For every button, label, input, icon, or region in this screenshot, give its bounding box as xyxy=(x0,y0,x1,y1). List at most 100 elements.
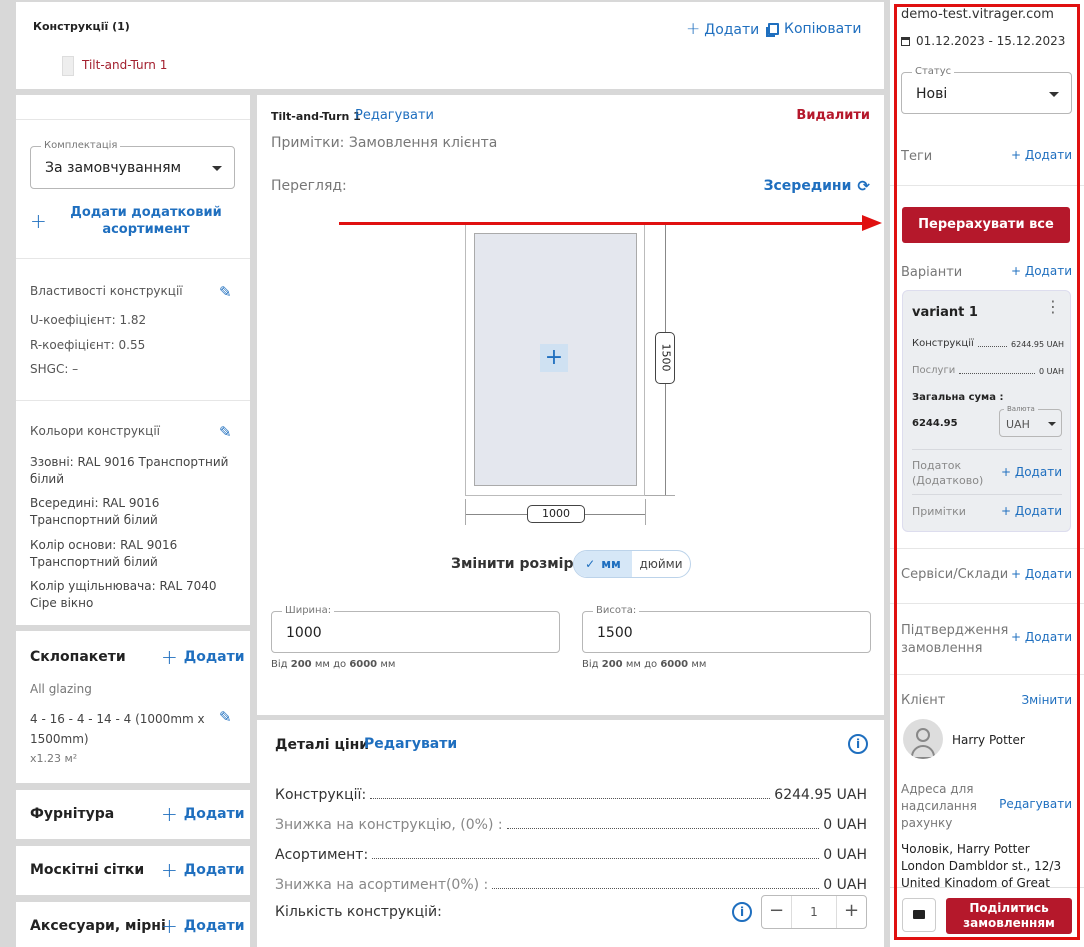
annotation-highlight-box xyxy=(894,4,1080,940)
construction-item-link[interactable]: Tilt-and-Turn 1 xyxy=(82,58,167,72)
plus-icon: + xyxy=(161,802,178,826)
chevron-down-icon xyxy=(212,166,222,171)
add-glazing-button[interactable]: + Додати xyxy=(161,647,245,667)
construction-notes: Примітки: Замовлення клієнта xyxy=(271,135,498,151)
plus-icon[interactable]: + xyxy=(836,896,866,928)
view-toggle[interactable]: Зсередини ⟳ xyxy=(764,177,870,195)
glazing-card: Склопакети + Додати All glazing 4 - 16 - … xyxy=(16,631,250,783)
price-row: Знижка на асортимент(0%) : 0 UAH xyxy=(275,863,867,893)
view-value: Зсередини xyxy=(763,178,852,194)
divider xyxy=(16,258,250,259)
height-value: 1500 xyxy=(597,625,633,641)
height-input[interactable]: Висота: 1500 xyxy=(582,605,871,653)
plus-icon: + xyxy=(686,19,701,39)
screens-title: Москітні сітки xyxy=(30,862,145,878)
color-inside: Всередині: RAL 9016 Транспортний білий xyxy=(30,496,160,527)
quantity-value[interactable]: 1 xyxy=(792,896,836,928)
color-seal: Колір ущільнювача: RAL 7040 Сіре вікно xyxy=(30,579,217,610)
construction-name: Tilt-and-Turn 1 xyxy=(271,110,361,123)
add-label: Додати xyxy=(183,806,245,822)
mosquito-screens-card: Москітні сітки + Додати xyxy=(16,846,250,895)
range-min: 200 xyxy=(601,659,623,670)
width-dim-tick-left xyxy=(465,499,466,525)
edit-colors-icon[interactable]: ✎ xyxy=(219,423,232,441)
info-icon[interactable]: i xyxy=(848,734,868,754)
add-sash-button[interactable]: + xyxy=(540,344,568,372)
unit-inch-option[interactable]: дюйми xyxy=(632,551,690,577)
height-legend: Висота: xyxy=(593,605,640,617)
props-title: Властивості конструкції xyxy=(30,284,183,298)
komplektatsia-value: За замовчуванням xyxy=(45,160,182,176)
edit-construction-link[interactable]: Редагувати xyxy=(355,108,434,123)
dot-leader xyxy=(492,888,820,889)
dot-leader xyxy=(506,828,820,829)
range-min: 200 xyxy=(290,659,312,670)
refresh-icon: ⟳ xyxy=(857,177,870,195)
quantity-label: Кількість конструкцій: xyxy=(275,904,442,920)
copy-icon xyxy=(768,23,779,35)
add-assortment-button[interactable]: + Додати додатковий асортимент xyxy=(28,203,238,239)
add-label: Додати xyxy=(704,21,760,38)
unit-toggle[interactable]: ✓ мм дюйми xyxy=(573,550,691,578)
add-screens-button[interactable]: + Додати xyxy=(161,860,245,880)
view-label: Перегляд: xyxy=(271,178,347,194)
height-dimension-label: 1500 xyxy=(655,332,675,384)
copy-label: Копіювати xyxy=(784,21,862,37)
width-legend: Ширина: xyxy=(282,605,335,617)
width-range-hint: Від 200 мм до 6000 мм xyxy=(271,659,395,670)
add-assortment-label: Додати додатковий асортимент xyxy=(70,205,222,237)
construction-thumbnail[interactable] xyxy=(62,56,74,76)
komplektatsia-legend: Комплектація xyxy=(41,140,121,152)
annotation-arrow-line xyxy=(339,222,865,225)
range-unit: мм xyxy=(380,659,396,670)
delete-construction-link[interactable]: Видалити xyxy=(796,108,870,123)
height-range-hint: Від 200 мм до 6000 мм xyxy=(582,659,706,670)
color-base: Колір основи: RAL 9016 Транспортний біли… xyxy=(30,538,178,569)
plus-icon: + xyxy=(161,645,178,669)
plus-icon: + xyxy=(30,209,47,233)
width-value: 1000 xyxy=(286,625,322,641)
glazing-spec: 4 - 16 - 4 - 14 - 4 (1000mm x 1500mm) xyxy=(30,712,205,746)
check-icon: ✓ xyxy=(585,557,596,571)
minus-icon[interactable]: − xyxy=(762,896,792,928)
price-rows: Конструкції: 6244.95 UAH Знижка на констр… xyxy=(275,773,867,893)
add-label: Додати xyxy=(183,649,245,665)
add-accessories-button[interactable]: + Додати xyxy=(161,916,245,936)
width-dimension-label: 1000 xyxy=(527,505,585,523)
edit-glazing-icon[interactable]: ✎ xyxy=(219,708,232,726)
price-row-label: Знижка на асортимент(0%) : xyxy=(275,877,489,893)
quantity-info-icon[interactable]: i xyxy=(732,902,752,922)
u-coef: U-коефіцієнт: 1.82 xyxy=(30,313,147,327)
glazing-all: All glazing xyxy=(30,682,92,696)
edit-price-link[interactable]: Редагувати xyxy=(364,736,457,752)
range-mid: мм до xyxy=(625,659,658,670)
price-row-value: 6244.95 UAH xyxy=(774,787,867,803)
range-max: 6000 xyxy=(660,659,689,670)
price-row-label: Асортимент: xyxy=(275,847,369,863)
price-row-value: 0 UAH xyxy=(823,847,867,863)
hardware-title: Фурнітура xyxy=(30,806,115,822)
copy-construction-button[interactable]: Копіювати xyxy=(768,21,861,37)
divider xyxy=(16,400,250,401)
edit-props-icon[interactable]: ✎ xyxy=(219,283,232,301)
range-unit: мм xyxy=(691,659,707,670)
add-label: Додати xyxy=(183,862,245,878)
width-dim-tick-right xyxy=(645,499,646,525)
constructions-header-card: Конструкції (1) + Додати Копіювати Tilt-a… xyxy=(16,2,884,89)
glazing-title: Склопакети xyxy=(30,649,126,665)
hardware-card: Фурнітура + Додати xyxy=(16,790,250,839)
quantity-stepper[interactable]: − 1 + xyxy=(761,895,867,929)
price-row: Асортимент: 0 UAH xyxy=(275,833,867,863)
range-prefix: Від xyxy=(271,659,288,670)
width-input[interactable]: Ширина: 1000 xyxy=(271,605,560,653)
komplektatsia-select[interactable]: Комплектація За замовчуванням xyxy=(30,140,235,189)
price-row: Знижка на конструкцію, (0%) : 0 UAH xyxy=(275,803,867,833)
add-hardware-button[interactable]: + Додати xyxy=(161,804,245,824)
price-title: Деталі ціни xyxy=(275,737,370,753)
add-construction-button[interactable]: + Додати xyxy=(686,21,759,38)
height-dim-tick-bottom xyxy=(645,495,675,496)
unit-mm-label: мм xyxy=(601,557,621,571)
plus-icon: + xyxy=(161,914,178,938)
unit-mm-option[interactable]: ✓ мм xyxy=(574,551,632,577)
color-outside: Ззовні: RAL 9016 Транспортний білий xyxy=(30,455,229,486)
